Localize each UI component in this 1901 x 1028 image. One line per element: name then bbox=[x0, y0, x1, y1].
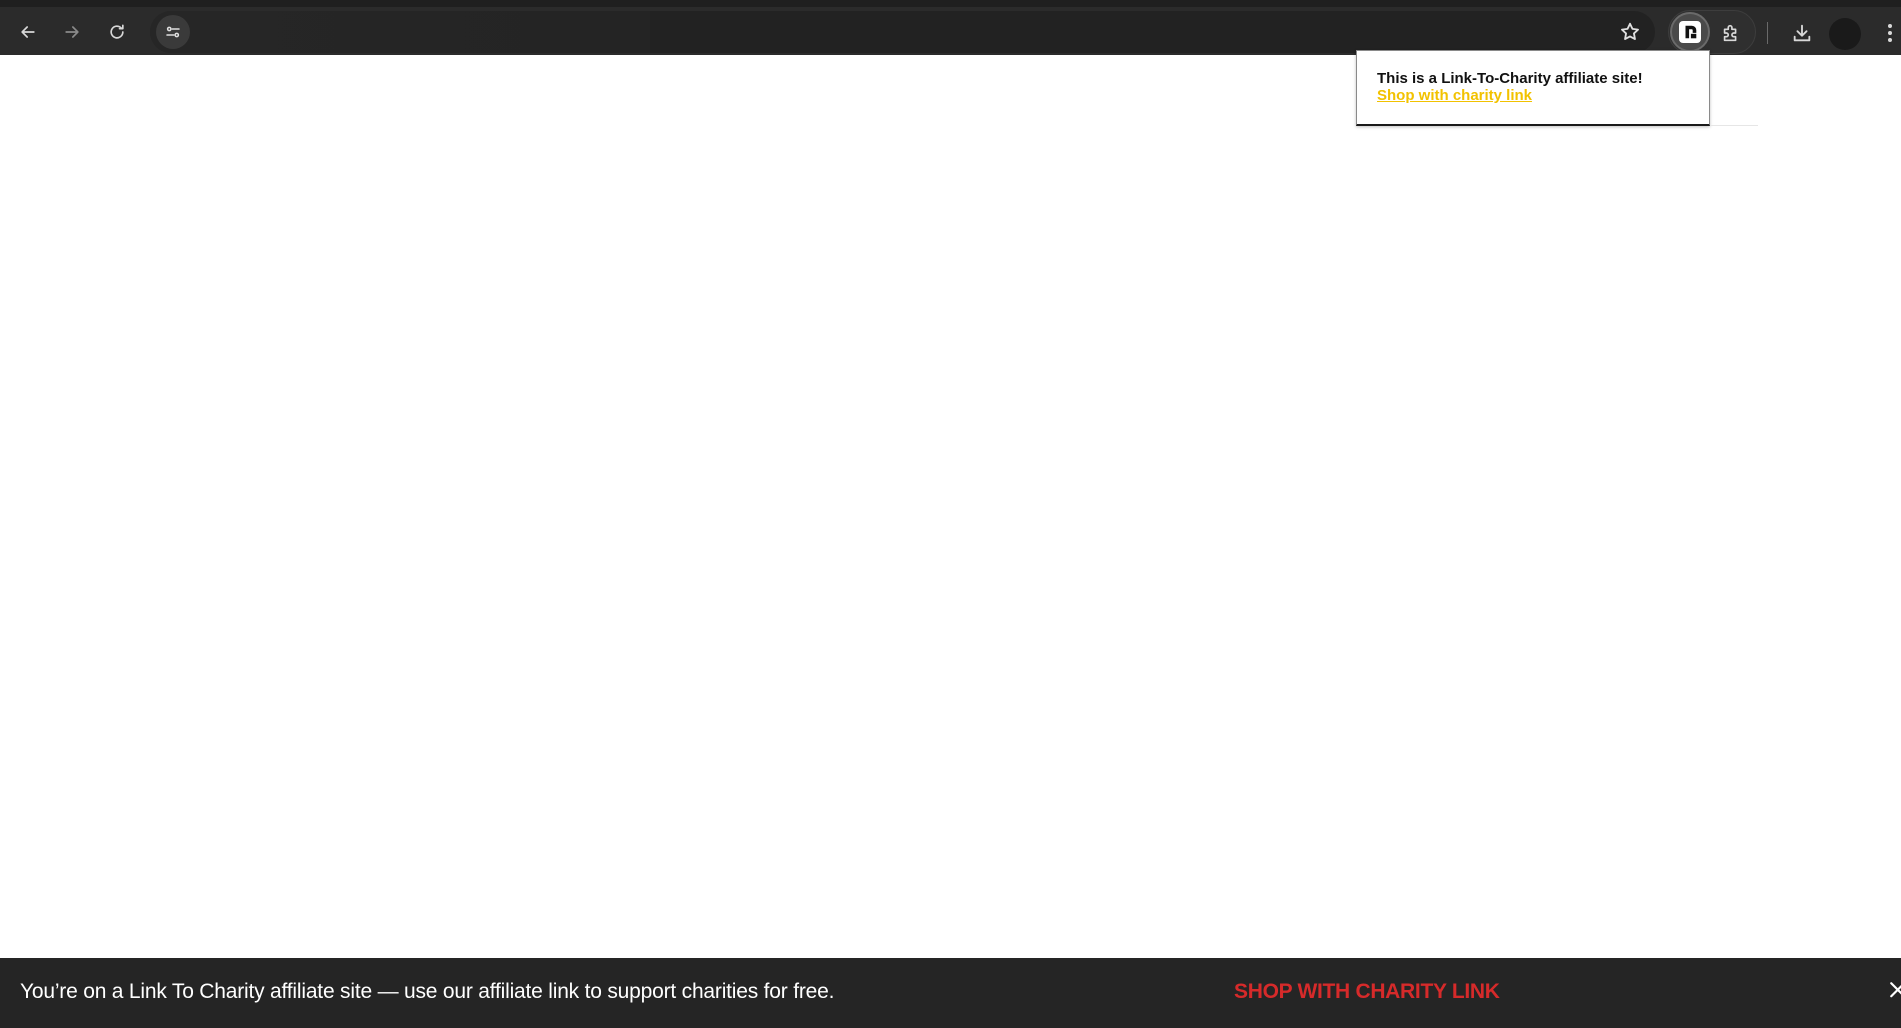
browser-toolbar bbox=[0, 0, 1901, 55]
arrow-left-icon bbox=[21, 26, 35, 38]
bookmark-button[interactable] bbox=[1617, 19, 1643, 45]
site-info-button[interactable] bbox=[156, 15, 190, 49]
tune-icon bbox=[166, 26, 180, 38]
extensions-button[interactable] bbox=[1717, 19, 1745, 47]
puzzle-icon bbox=[1723, 24, 1737, 42]
link-to-charity-extension-icon bbox=[1679, 21, 1701, 43]
extension-popup: This is a Link-To-Charity affiliate site… bbox=[1356, 50, 1710, 126]
downloads-button[interactable] bbox=[1785, 16, 1819, 50]
shop-with-charity-link[interactable]: Shop with charity link bbox=[1377, 87, 1689, 104]
address-bar-url-area[interactable] bbox=[150, 11, 650, 53]
extensions-pill bbox=[1668, 10, 1756, 54]
link-to-charity-extension-button[interactable] bbox=[1670, 12, 1710, 52]
affiliate-banner: You’re on a Link To Charity affiliate si… bbox=[0, 958, 1901, 1028]
forward-button[interactable] bbox=[55, 15, 89, 49]
back-button[interactable] bbox=[11, 15, 45, 49]
banner-close-button[interactable] bbox=[1888, 978, 1901, 1008]
arrow-right-icon bbox=[65, 26, 79, 38]
reload-button[interactable] bbox=[100, 15, 134, 49]
shop-with-charity-link-button[interactable]: SHOP WITH CHARITY LINK bbox=[1234, 980, 1500, 1004]
banner-message: You’re on a Link To Charity affiliate si… bbox=[20, 980, 835, 1003]
toolbar-divider bbox=[1767, 22, 1768, 44]
address-bar[interactable] bbox=[150, 11, 1655, 53]
avatar[interactable] bbox=[1829, 18, 1861, 50]
divider bbox=[1710, 125, 1758, 126]
star-icon bbox=[1621, 22, 1639, 40]
close-icon bbox=[1890, 982, 1901, 998]
download-icon bbox=[1793, 24, 1811, 42]
popup-message: This is a Link-To-Charity affiliate site… bbox=[1377, 70, 1643, 87]
kebab-menu-icon[interactable] bbox=[1880, 16, 1900, 50]
reload-icon bbox=[110, 24, 124, 39]
